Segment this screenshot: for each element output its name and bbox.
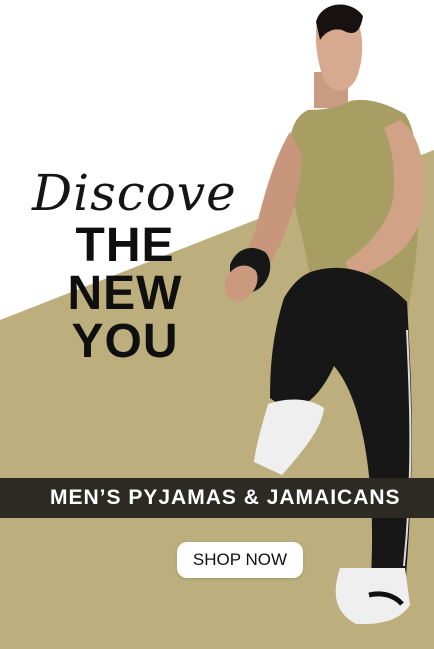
headline-line-1: THE — [75, 219, 175, 272]
shop-now-button[interactable]: SHOP NOW — [177, 542, 303, 578]
category-label: MEN’S PYJAMAS & JAMAICANS — [50, 486, 401, 509]
headline-line-2: NEW — [67, 267, 183, 320]
promo-banner[interactable]: Discover THE NEW YOU MEN’S PYJAMAS & JAM… — [0, 0, 434, 649]
model-image — [224, 4, 425, 625]
headline: THE NEW YOU — [50, 222, 200, 366]
discover-word: Discover — [31, 164, 234, 222]
headline-line-3: YOU — [71, 315, 179, 368]
